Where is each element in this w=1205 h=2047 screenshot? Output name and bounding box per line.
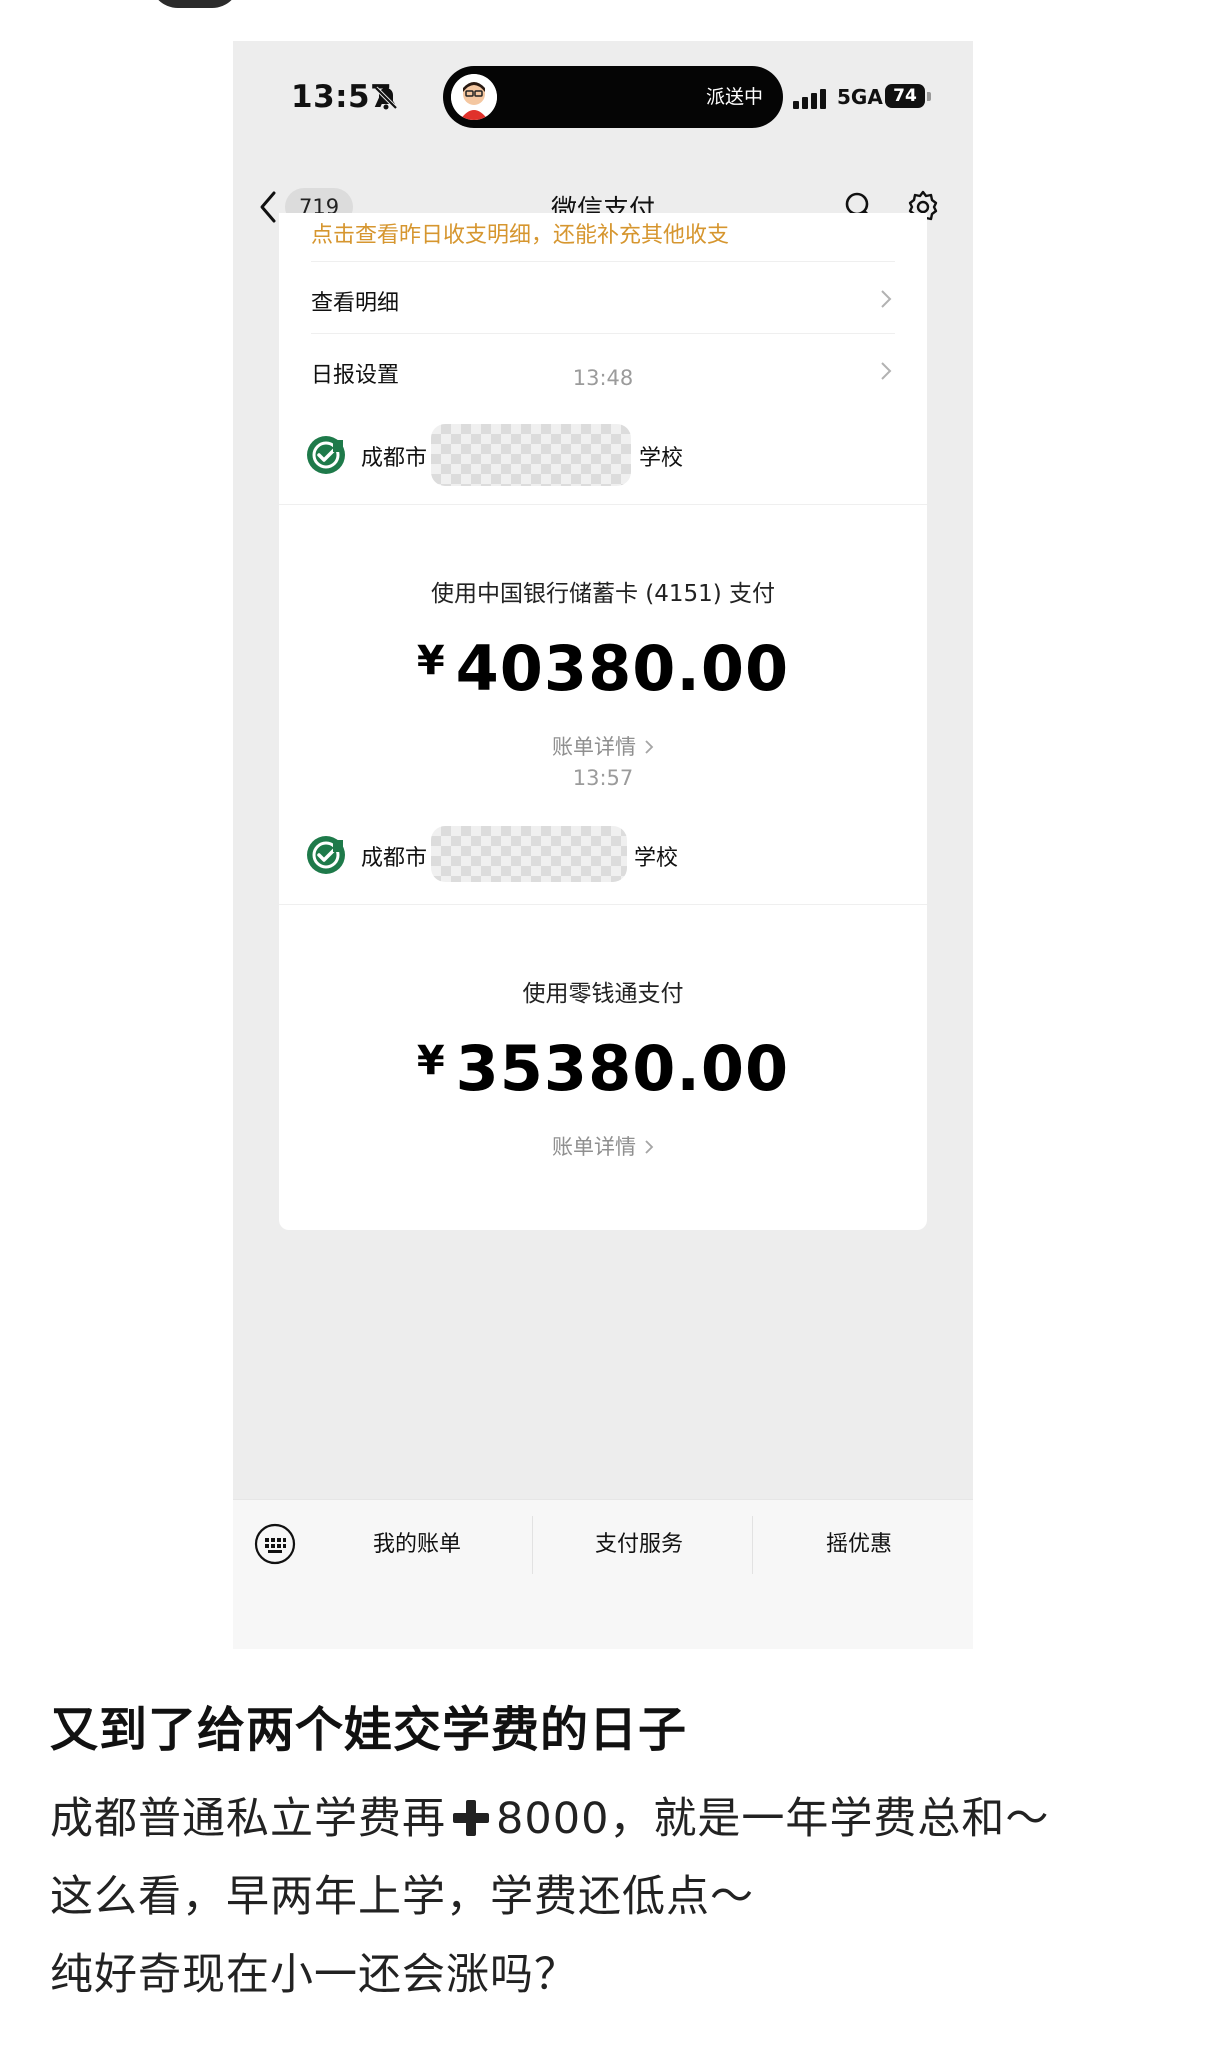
currency-symbol: ¥: [416, 1038, 446, 1084]
screenshot-frame: 13:57 派送中 5GA 74 719 微信支付 点击查看昨日收支明细，还能补…: [233, 41, 973, 1649]
merchant-header: 成都市 学校: [279, 806, 927, 905]
menu-divider: [752, 1516, 753, 1574]
view-details-row[interactable]: 查看明细: [311, 261, 895, 334]
chevron-right-icon: [881, 290, 892, 308]
wechat-pay-logo-icon: [307, 436, 345, 474]
redacted-mosaic: [431, 424, 631, 486]
chevron-right-icon: [645, 740, 654, 754]
message-timestamp: 13:48: [572, 366, 634, 390]
redacted-mosaic: [431, 826, 627, 882]
menu-divider: [532, 1516, 533, 1574]
message-timestamp: 13:57: [572, 766, 634, 790]
payment-method: 使用零钱通支付: [522, 981, 684, 1007]
dynamic-island[interactable]: 派送中: [443, 66, 783, 128]
post-line-1-start: 成都普通私立学费再: [50, 1794, 446, 1844]
island-status-text: 派送中: [705, 86, 763, 108]
merchant-suffix: 学校: [634, 846, 679, 871]
merchant-name: 成都市: [361, 846, 428, 871]
menu-my-bills[interactable]: 我的账单: [317, 1514, 517, 1576]
delivery-avatar: [451, 74, 497, 120]
keyboard-icon[interactable]: [253, 1522, 297, 1566]
status-bar: 13:57 派送中 5GA 74: [233, 41, 973, 161]
poster-avatar[interactable]: [150, 0, 240, 8]
view-details-label: 查看明细: [311, 291, 400, 316]
daily-report-card: 点击查看昨日收支明细，还能补充其他收支 查看明细 日报设置: [279, 213, 927, 437]
payment-amount: ¥40380.00: [279, 632, 927, 705]
post-title: 又到了给两个娃交学费的日子: [50, 1702, 688, 1758]
post-line-2: 这么看，早两年上学，学费还低点～: [50, 1872, 754, 1922]
bill-details-link[interactable]: 账单详情: [279, 1131, 927, 1161]
chevron-right-icon: [645, 1140, 654, 1154]
merchant-header: 成都市 学校: [279, 406, 927, 505]
bill-details-link[interactable]: 账单详情: [279, 731, 927, 761]
report-hint[interactable]: 点击查看昨日收支明细，还能补充其他收支: [311, 217, 729, 249]
battery-tip: [927, 92, 931, 101]
bill-details-label: 账单详情: [552, 1135, 636, 1159]
wechat-pay-logo-icon: [307, 836, 345, 874]
network-label: 5GA: [837, 85, 883, 109]
menu-payment-services[interactable]: 支付服务: [539, 1514, 739, 1576]
merchant-name: 成都市: [361, 446, 428, 471]
payment-amount: ¥35380.00: [279, 1032, 927, 1105]
merchant-suffix: 学校: [639, 446, 684, 471]
plus-icon: [453, 1800, 489, 1836]
bill-details-label: 账单详情: [552, 735, 636, 759]
bottom-menu-bar: 我的账单 支付服务 摇优惠: [233, 1499, 973, 1649]
post-line-3: 纯好奇现在小一还会涨吗？: [50, 1950, 578, 2000]
amount-value: 40380.00: [455, 632, 790, 705]
amount-value: 35380.00: [455, 1032, 790, 1105]
payment-method: 使用中国银行储蓄卡 (4151) 支付: [430, 581, 776, 607]
post-line-1: 成都普通私立学费再 8000，就是一年学费总和～: [50, 1784, 1049, 1846]
bell-off-icon: [374, 86, 398, 110]
post-line-1-end: 8000，就是一年学费总和～: [496, 1794, 1050, 1844]
currency-symbol: ¥: [416, 638, 446, 684]
signal-icon: [793, 89, 826, 109]
battery-indicator: 74: [885, 84, 925, 108]
payment-card[interactable]: 成都市 学校 使用零钱通支付 ¥35380.00 账单详情: [279, 806, 927, 1230]
menu-shake-offers[interactable]: 摇优惠: [759, 1514, 959, 1576]
